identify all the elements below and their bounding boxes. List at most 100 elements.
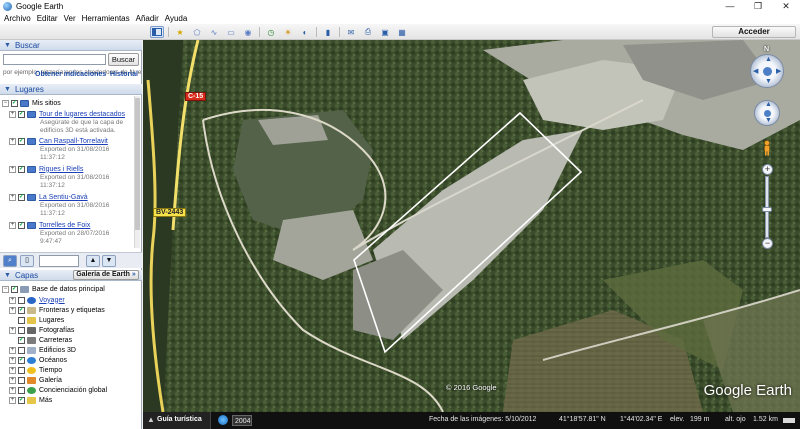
checkbox[interactable] (18, 137, 25, 145)
move-down-icon[interactable]: ▼ (765, 117, 772, 124)
maps-view-icon[interactable]: ▦ (395, 26, 409, 38)
checkbox[interactable] (18, 376, 25, 384)
expand-icon[interactable]: + (9, 110, 16, 118)
menu-archivo[interactable]: Archivo (4, 14, 31, 23)
expand-icon[interactable]: + (9, 356, 16, 364)
checkbox[interactable] (18, 193, 25, 201)
expand-icon[interactable]: + (9, 193, 16, 201)
polygon-icon[interactable]: ⬠ (190, 26, 204, 38)
scrollbar-thumb[interactable] (135, 98, 140, 230)
move-up-icon[interactable]: ▲ (86, 255, 100, 267)
tour-guide-button[interactable]: ▲ Guía turística (143, 412, 211, 429)
expand-icon[interactable]: + (9, 296, 16, 304)
save-image-icon[interactable]: ▣ (378, 26, 392, 38)
record-tour-icon[interactable]: ◉ (241, 26, 255, 38)
search-input[interactable] (3, 54, 106, 65)
expand-icon[interactable]: + (9, 376, 16, 384)
search-places-icon[interactable]: ⌕ (3, 255, 17, 267)
tree-link[interactable]: La Sentiu-Gavà (39, 194, 88, 201)
move-up-icon[interactable]: ▲ (765, 101, 772, 108)
arrow-up-icon[interactable]: ▲ (765, 56, 772, 63)
expand-icon[interactable]: + (9, 306, 16, 314)
tree-link[interactable]: Voyager (39, 297, 65, 304)
earth-gallery-button[interactable]: Galería de Earth » (73, 270, 139, 280)
menu-herramientas[interactable]: Herramientas (82, 14, 130, 23)
arrow-left-icon[interactable]: ◀ (753, 67, 758, 75)
email-icon[interactable]: ✉ (344, 26, 358, 38)
tree-item-mis-sitios[interactable]: − Mis sitios (2, 98, 61, 108)
north-indicator[interactable]: N (764, 46, 769, 53)
tree-item-place[interactable]: + La Sentiu-Gavà (9, 192, 88, 202)
tree-item-place[interactable]: + Tour de lugares destacados (9, 109, 125, 119)
move-down-icon[interactable]: ▼ (102, 255, 116, 267)
historical-imagery-icon[interactable] (218, 415, 228, 425)
checkbox[interactable] (18, 165, 25, 173)
expand-icon[interactable]: + (9, 366, 16, 374)
layer-item[interactable]: + Concienciación global (9, 385, 107, 395)
search-panel-header[interactable]: ▼ Buscar (0, 40, 142, 51)
expand-icon[interactable]: + (9, 386, 16, 394)
layer-item[interactable]: + Tiempo (9, 365, 62, 375)
planet-icon[interactable]: ◐ (298, 26, 312, 38)
pegman-icon[interactable] (762, 140, 772, 156)
expand-icon[interactable]: − (2, 285, 9, 293)
layer-item[interactable]: + Galería (9, 375, 62, 385)
search-button[interactable]: Buscar (108, 53, 139, 66)
checkbox[interactable] (18, 366, 25, 374)
layer-item[interactable]: + Océanos (9, 355, 67, 365)
places-scrollbar[interactable] (134, 96, 140, 248)
checkbox[interactable] (18, 346, 25, 354)
tree-item-place[interactable]: + Can Raspall-Torrelavit (9, 136, 108, 146)
minimize-button[interactable]: — (716, 0, 744, 12)
zoom-slider-thumb[interactable] (762, 207, 772, 212)
maximize-button[interactable]: ❐ (744, 0, 772, 12)
tree-link[interactable]: Tour de lugares destacados (39, 111, 125, 118)
menu-editar[interactable]: Editar (37, 14, 58, 23)
ruler-icon[interactable]: ▮ (321, 26, 335, 38)
panel-toggle-icon[interactable]: ▯ (20, 255, 34, 267)
zoom-out-button[interactable]: − (762, 238, 773, 249)
history-link[interactable]: Historial (110, 71, 138, 78)
checkbox[interactable] (11, 99, 18, 107)
expand-icon[interactable]: + (9, 326, 16, 334)
historical-imagery-icon[interactable]: ◷ (264, 26, 278, 38)
sidebar-toggle-icon[interactable] (150, 26, 164, 38)
path-icon[interactable]: ∿ (207, 26, 221, 38)
expand-icon[interactable]: + (9, 346, 16, 354)
expand-icon[interactable]: + (9, 165, 16, 173)
checkbox[interactable] (18, 356, 25, 364)
tree-item-place[interactable]: + Rigues i Riells (9, 164, 83, 174)
print-icon[interactable]: ⎙ (361, 26, 375, 38)
tree-link[interactable]: Rigues i Riells (39, 166, 83, 173)
tree-item-primary-db[interactable]: − Base de datos principal (2, 284, 105, 294)
tree-link[interactable]: Can Raspall-Torrelavit (39, 138, 108, 145)
checkbox[interactable] (18, 326, 25, 334)
map-view[interactable]: C-15 BV-2443 © 2016 Google Google Earth … (143, 40, 800, 412)
layer-item[interactable]: + Voyager (9, 295, 65, 305)
layer-item[interactable]: + Más (9, 395, 52, 405)
sunlight-icon[interactable]: ☀ (281, 26, 295, 38)
arrow-right-icon[interactable]: ▶ (776, 67, 781, 75)
checkbox[interactable] (18, 296, 25, 304)
expand-icon[interactable]: + (9, 221, 16, 229)
layers-panel-header[interactable]: ▼ Capas Galería de Earth » (0, 270, 142, 281)
image-overlay-icon[interactable]: ▭ (224, 26, 238, 38)
places-filter-input[interactable] (39, 255, 79, 267)
menu-ayuda[interactable]: Ayuda (165, 14, 188, 23)
zoom-slider[interactable] (762, 176, 772, 238)
placemark-icon[interactable]: ★ (173, 26, 187, 38)
menu-anadir[interactable]: Añadir (136, 14, 159, 23)
checkbox[interactable] (11, 285, 18, 293)
tree-link[interactable]: Torrelles de Foix (39, 222, 90, 229)
tree-item-place[interactable]: + Torrelles de Foix (9, 220, 90, 230)
arrow-down-icon[interactable]: ▼ (765, 78, 772, 85)
expand-icon[interactable]: + (9, 396, 16, 404)
layer-item[interactable]: + Fotografías (9, 325, 74, 335)
move-joystick[interactable]: ▲ ▼ (754, 100, 780, 126)
layer-item[interactable]: + Edificios 3D (9, 345, 76, 355)
checkbox[interactable] (18, 306, 25, 314)
checkbox[interactable] (18, 316, 25, 324)
directions-link[interactable]: Obtener indicaciones (35, 71, 106, 78)
checkbox[interactable] (18, 386, 25, 394)
checkbox[interactable] (18, 396, 25, 404)
